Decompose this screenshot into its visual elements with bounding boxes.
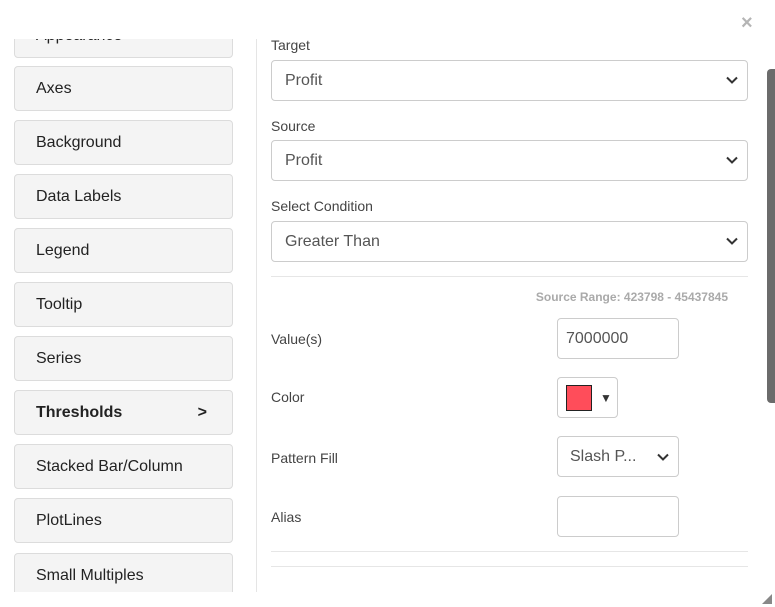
values-input[interactable]: 7000000 bbox=[557, 318, 679, 359]
sidebar-item-plotlines[interactable]: PlotLines bbox=[14, 498, 233, 543]
values-label: Value(s) bbox=[271, 331, 323, 347]
divider bbox=[271, 551, 748, 552]
sidebar-item-label: Thresholds bbox=[36, 403, 123, 421]
sidebar-item-appearance[interactable]: Appearance bbox=[14, 39, 233, 58]
condition-select[interactable]: Greater Than bbox=[271, 221, 748, 262]
pattern-fill-select[interactable]: Slash P... bbox=[557, 436, 679, 477]
sidebar-item-small-multiples[interactable]: Small Multiples bbox=[14, 553, 233, 592]
divider bbox=[271, 566, 748, 567]
color-swatch bbox=[566, 384, 592, 411]
chevron-down-icon bbox=[657, 453, 669, 461]
sidebar-item-tooltip[interactable]: Tooltip bbox=[14, 282, 233, 327]
source-range-text: Source Range: 423798 - 45437845 bbox=[535, 290, 728, 304]
source-select[interactable]: Profit bbox=[271, 140, 748, 181]
values-value: 7000000 bbox=[566, 329, 629, 347]
color-label: Color bbox=[271, 389, 305, 405]
sidebar-item-label: Legend bbox=[36, 241, 90, 259]
caret-down-icon: ▼ bbox=[600, 390, 612, 405]
chevron-down-icon bbox=[726, 156, 738, 164]
divider bbox=[271, 276, 748, 277]
sidebar-item-label: Background bbox=[36, 133, 122, 151]
sidebar-item-label: Series bbox=[36, 349, 82, 367]
sidebar-item-stacked-bar-column[interactable]: Stacked Bar/Column bbox=[14, 444, 233, 489]
sidebar-item-label: Stacked Bar/Column bbox=[36, 457, 183, 475]
target-label: Target bbox=[271, 37, 310, 53]
target-value: Profit bbox=[285, 71, 323, 89]
condition-value: Greater Than bbox=[285, 232, 380, 250]
sidebar-item-series[interactable]: Series bbox=[14, 336, 233, 381]
scrollbar-thumb[interactable] bbox=[767, 69, 775, 403]
pattern-fill-label: Pattern Fill bbox=[271, 450, 338, 466]
alias-input[interactable] bbox=[557, 496, 679, 537]
pattern-fill-value: Slash P... bbox=[570, 447, 637, 465]
sidebar-item-axes[interactable]: Axes bbox=[14, 66, 233, 111]
sidebar-item-label: Axes bbox=[36, 79, 72, 97]
chevron-right-icon: > bbox=[197, 403, 207, 421]
resize-handle-icon[interactable] bbox=[762, 594, 772, 604]
chevron-down-icon bbox=[726, 237, 738, 245]
sidebar-item-label: Appearance bbox=[36, 39, 122, 45]
target-select[interactable]: Profit bbox=[271, 60, 748, 101]
sidebar-item-legend[interactable]: Legend bbox=[14, 228, 233, 273]
sidebar-item-data-labels[interactable]: Data Labels bbox=[14, 174, 233, 219]
settings-sidebar: Appearance Axes Background Data Labels L… bbox=[0, 39, 257, 592]
sidebar-item-label: Tooltip bbox=[36, 295, 83, 313]
threshold-form: Target Profit Source Profit Select Condi… bbox=[257, 37, 763, 592]
source-label: Source bbox=[271, 118, 316, 134]
sidebar-item-thresholds[interactable]: Thresholds > bbox=[14, 390, 233, 435]
close-icon[interactable]: × bbox=[741, 13, 753, 33]
color-picker-button[interactable]: ▼ bbox=[557, 377, 618, 418]
source-value: Profit bbox=[285, 151, 323, 169]
sidebar-item-label: PlotLines bbox=[36, 511, 102, 529]
sidebar-item-background[interactable]: Background bbox=[14, 120, 233, 165]
chevron-down-icon bbox=[726, 76, 738, 84]
condition-label: Select Condition bbox=[271, 198, 373, 214]
sidebar-item-label: Data Labels bbox=[36, 187, 122, 205]
alias-label: Alias bbox=[271, 509, 302, 525]
sidebar-item-label: Small Multiples bbox=[36, 566, 144, 584]
